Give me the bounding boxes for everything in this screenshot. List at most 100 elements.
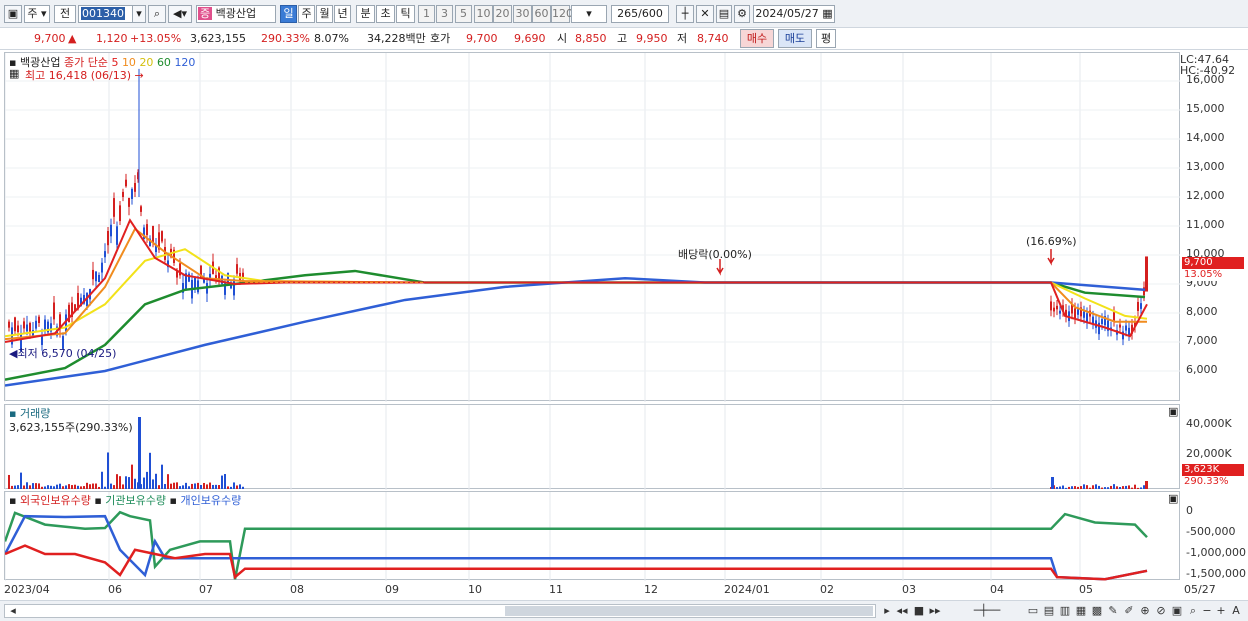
volume-value: 3,623,155 <box>190 32 246 45</box>
volume-panel[interactable]: ▪ 거래량 3,623,155주(290.33%) ▣ <box>4 404 1180 490</box>
period-tab[interactable]: 분 <box>356 5 375 23</box>
open-price: 8,850 <box>575 32 607 45</box>
period-tab[interactable]: 일 <box>280 5 297 23</box>
volume-bar <box>1095 484 1097 489</box>
candle-body <box>1050 301 1052 311</box>
window-icon[interactable]: ▭ <box>1026 604 1040 618</box>
volume-bar <box>1134 484 1136 489</box>
volume-bar <box>23 485 25 489</box>
code-value: 001340 <box>81 7 125 20</box>
x-tick: 2024/01 <box>724 583 770 596</box>
prev-button[interactable]: 전 <box>54 5 76 23</box>
price-chart-panel[interactable]: ▪ 백광산업 종가 단순 5 10 20 60 120 ▦ 최고 16,418 … <box>4 52 1181 402</box>
candle-icon[interactable]: ┼ <box>676 5 694 23</box>
date-value: 2024/05/27 <box>755 7 819 20</box>
volume-bar <box>107 452 109 489</box>
forward-icon[interactable]: ▸▸ <box>928 604 942 618</box>
count-field[interactable]: 265/600 <box>611 5 669 23</box>
period-tab[interactable]: 주 <box>298 5 315 23</box>
date-field[interactable]: 2024/05/27 ▦ <box>753 5 835 23</box>
gap-arrow <box>1047 249 1055 266</box>
candle-body <box>17 325 19 333</box>
interval-input[interactable]: ▾ <box>571 5 607 23</box>
stock-name-field[interactable]: 증 백광산업 <box>196 5 276 23</box>
candle-body <box>194 277 196 289</box>
horizontal-scrollbar[interactable] <box>4 604 876 618</box>
candle-body <box>1101 319 1103 325</box>
candle-body <box>1059 310 1061 314</box>
candle-body <box>152 225 154 243</box>
link-icon[interactable]: ⊘ <box>1154 604 1168 618</box>
zoom-out-icon[interactable]: − <box>1200 604 1214 618</box>
volume-bar <box>1128 485 1130 489</box>
play-icon[interactable]: ▸ <box>880 604 894 618</box>
interval-button[interactable]: 5 <box>455 5 472 23</box>
interval-button[interactable]: 10 <box>474 5 493 23</box>
cross-icon[interactable]: ✕ <box>696 5 714 23</box>
volume-bar <box>47 485 49 489</box>
scroll-left-icon[interactable]: ◂ <box>6 604 20 618</box>
maximize-icon[interactable]: ▣ <box>1168 492 1178 505</box>
sell-button[interactable]: 매도 <box>778 29 812 48</box>
layout-icon[interactable]: ▥ <box>1058 604 1072 618</box>
code-dropdown-icon[interactable]: ▾ <box>132 5 146 23</box>
candle-body <box>1119 324 1121 328</box>
search-icon[interactable]: ⌕ <box>148 5 166 23</box>
pin-icon[interactable]: ⊕ <box>1138 604 1152 618</box>
volume-bar <box>191 483 193 489</box>
candle-body <box>140 206 142 212</box>
interval-button[interactable]: 30 <box>513 5 532 23</box>
interval-button[interactable]: 120 <box>551 5 573 23</box>
candle-body <box>119 205 121 222</box>
maximize-icon[interactable]: ▣ <box>1168 405 1178 418</box>
high-price: 9,950 <box>636 32 668 45</box>
gear-icon[interactable]: ⚙ <box>734 5 750 23</box>
volume-ratio: 290.33% <box>261 32 310 45</box>
grid-icon[interactable]: ▩ <box>1090 604 1104 618</box>
window-icon[interactable]: ▣ <box>4 5 22 23</box>
interval-button[interactable]: 1 <box>418 5 435 23</box>
speaker-icon[interactable]: ◀▾ <box>168 5 192 23</box>
volume-bar <box>134 478 136 489</box>
volume-bar <box>1104 487 1106 489</box>
interval-button[interactable]: 3 <box>436 5 453 23</box>
zoom-in-icon[interactable]: + <box>1214 604 1228 618</box>
period-tab[interactable]: 초 <box>376 5 395 23</box>
type-select[interactable]: 주 ▾ <box>24 5 50 23</box>
candle-body <box>1056 305 1058 310</box>
draw-icon[interactable]: ✐ <box>1122 604 1136 618</box>
ask-label: 호가 <box>430 32 451 45</box>
period-tab[interactable]: 틱 <box>396 5 415 23</box>
avg-button[interactable]: 평 <box>816 29 836 48</box>
legend-square-icon: ▪ <box>169 494 177 507</box>
interval-button[interactable]: 60 <box>532 5 551 23</box>
candle-body <box>92 269 94 280</box>
volume-bar <box>206 484 208 489</box>
rewind-icon[interactable]: ◂◂ <box>895 604 909 618</box>
candle-body <box>1074 308 1076 319</box>
volume-bar <box>158 485 160 489</box>
calendar-icon: ▦ <box>822 7 833 20</box>
period-tab[interactable]: 월 <box>316 5 333 23</box>
font-icon[interactable]: A <box>1229 604 1243 618</box>
interval-button[interactable]: 20 <box>493 5 512 23</box>
volume-bar <box>194 483 196 489</box>
candle-body <box>26 324 28 332</box>
scroll-thumb[interactable] <box>505 606 873 616</box>
zoom-icon[interactable]: ⌕ <box>1186 604 1200 618</box>
zoom-slider[interactable]: ─┼── <box>952 604 1022 618</box>
count-total: /600 <box>638 7 663 20</box>
buy-button[interactable]: 매수 <box>740 29 774 48</box>
price-axis: LC:47.64 HC:-40.92 16,000 15,000 14,000 13,… <box>1180 52 1244 401</box>
save-icon[interactable]: ▤ <box>716 5 732 23</box>
draw-icon[interactable]: ✎ <box>1106 604 1120 618</box>
calendar-icon[interactable]: ▦ <box>9 67 19 80</box>
holding-panel[interactable]: ▪ 외국인보유수량 ▪ 기관보유수량 ▪ 개인보유수량 ▣ <box>4 491 1180 581</box>
print-icon[interactable]: ▣ <box>1170 604 1184 618</box>
high-marker-text: 최고 16,418 (06/13) <box>25 69 132 82</box>
stop-icon[interactable]: ■ <box>912 604 926 618</box>
layout-icon[interactable]: ▤ <box>1042 604 1056 618</box>
period-tab[interactable]: 년 <box>334 5 351 23</box>
candle-body <box>176 271 178 278</box>
layout-icon[interactable]: ▦ <box>1074 604 1088 618</box>
